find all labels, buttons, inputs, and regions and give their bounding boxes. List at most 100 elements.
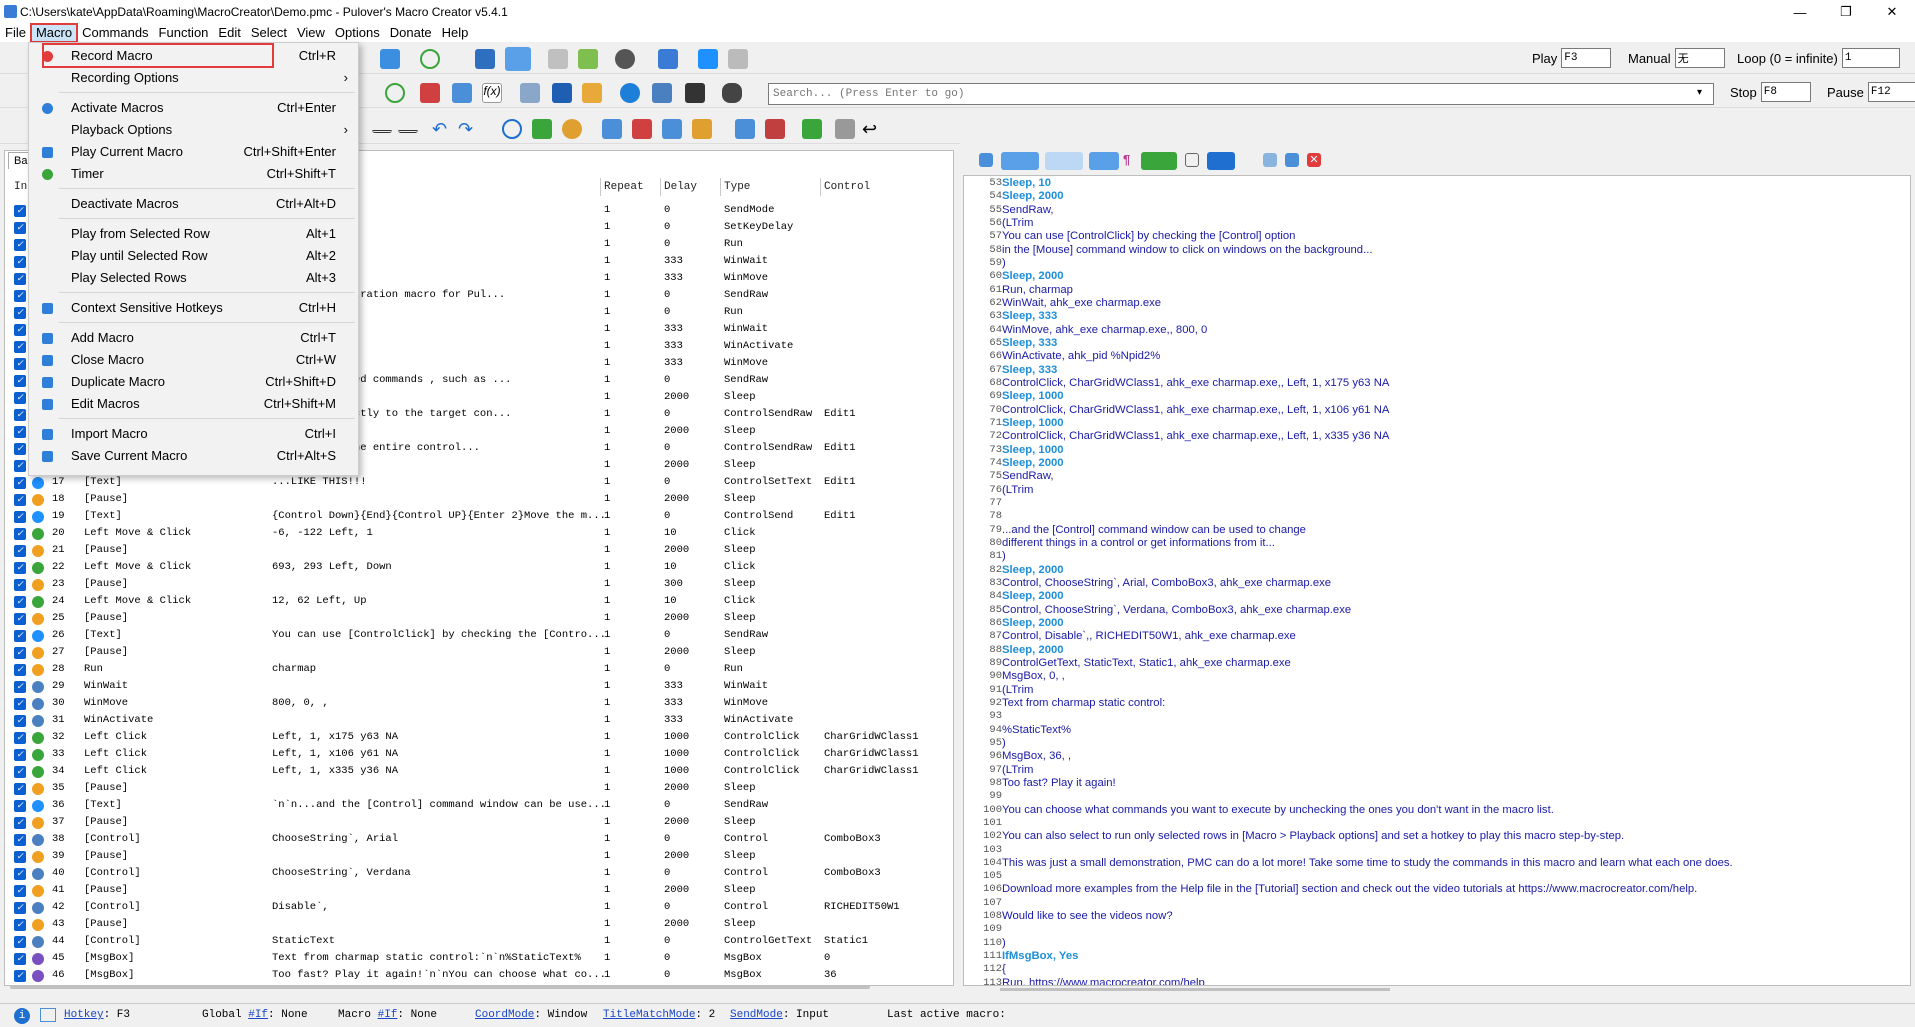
row-checkbox[interactable]: ✓: [14, 562, 26, 574]
row-checkbox[interactable]: ✓: [14, 358, 26, 370]
folder-icon[interactable]: [582, 83, 602, 103]
window-icon[interactable]: [475, 49, 495, 69]
table-row[interactable]: ✓ 24 Left Move & Click 12, 62 Left, Up 1 10 Cl…: [14, 593, 944, 610]
maximize-button[interactable]: ❐: [1823, 0, 1869, 24]
play-hotkey-input[interactable]: [1561, 48, 1612, 68]
browser-window-icon[interactable]: [652, 83, 672, 103]
row-checkbox[interactable]: ✓: [14, 817, 26, 829]
table-row[interactable]: ✓ 32 Left Click Left, 1, x175 y63 NA 1 1000 Co…: [14, 729, 944, 746]
indent-icon[interactable]: [1089, 152, 1119, 170]
row-checkbox[interactable]: ✓: [14, 222, 26, 234]
menu-item-save-current-macro[interactable]: Save Current Macro Ctrl+Alt+S: [29, 445, 358, 467]
titlematchmode-link[interactable]: TitleMatchMode: [603, 1009, 695, 1021]
table-row[interactable]: ✓ 28 Run charmap 1 0 Run: [14, 661, 944, 678]
table-row[interactable]: ✓ 20 Left Move & Click -6, -122 Left, 1 1 10 C…: [14, 525, 944, 542]
variable-icon[interactable]: [452, 83, 472, 103]
menu-item-context-sensitive-hotkeys[interactable]: Context Sensitive Hotkeys Ctrl+H: [29, 297, 358, 319]
row-checkbox[interactable]: ✓: [14, 205, 26, 217]
row-checkbox[interactable]: ✓: [14, 919, 26, 931]
search-dropdown-icon[interactable]: ▾: [1697, 87, 1702, 98]
power-icon[interactable]: [615, 49, 635, 69]
menu-item-recording-options[interactable]: Recording Options ›: [29, 67, 358, 89]
menu-item-close-macro[interactable]: Close Macro Ctrl+W: [29, 349, 358, 371]
sendmode-link[interactable]: SendMode: [730, 1009, 783, 1021]
table-row[interactable]: ✓ 17 [Text] ...LIKE THIS!!! 1 0 ControlSetText…: [14, 474, 944, 491]
code-scrollbar[interactable]: [1000, 988, 1390, 991]
table-row[interactable]: ✓ 41 [Pause] 1 2000 Sleep: [14, 882, 944, 899]
menu-item-activate-macros[interactable]: Activate Macros Ctrl+Enter: [29, 97, 358, 119]
menu-help[interactable]: Help: [437, 24, 474, 42]
highlight-icon[interactable]: [1141, 152, 1177, 170]
add-row-icon[interactable]: [602, 119, 622, 139]
menu-donate[interactable]: Donate: [385, 24, 437, 42]
color-icon[interactable]: [562, 119, 582, 139]
table-row[interactable]: ✓ 39 [Pause] 1 2000 Sleep: [14, 848, 944, 865]
row-checkbox[interactable]: ✓: [14, 579, 26, 591]
row-checkbox[interactable]: ✓: [14, 664, 26, 676]
row-checkbox[interactable]: ✓: [14, 256, 26, 268]
table-row[interactable]: ✓ 38 [Control] ChooseString`, Arial 1 0 Contro…: [14, 831, 944, 848]
table-row[interactable]: ✓ 35 [Pause] 1 2000 Sleep: [14, 780, 944, 797]
menu-function[interactable]: Function: [154, 24, 214, 42]
menu-file[interactable]: File: [0, 24, 31, 42]
script-icon[interactable]: [685, 83, 705, 103]
row-checkbox[interactable]: ✓: [14, 868, 26, 880]
align-left-icon[interactable]: [398, 119, 418, 133]
menu-item-deactivate-macros[interactable]: Deactivate Macros Ctrl+Alt+D: [29, 193, 358, 215]
row-checkbox[interactable]: ✓: [14, 698, 26, 710]
table-row[interactable]: ✓ 27 [Pause] 1 2000 Sleep: [14, 644, 944, 661]
row-checkbox[interactable]: ✓: [14, 409, 26, 421]
row-checkbox[interactable]: ✓: [14, 936, 26, 948]
row-checkbox[interactable]: ✓: [14, 290, 26, 302]
row-checkbox[interactable]: ✓: [14, 443, 26, 455]
row-checkbox[interactable]: ✓: [14, 885, 26, 897]
table-row[interactable]: ✓ 34 Left Click Left, 1, x335 y36 NA 1 1000 Co…: [14, 763, 944, 780]
copy-code-icon[interactable]: [979, 153, 993, 167]
edit-hotkey-icon[interactable]: [40, 1008, 56, 1022]
table-row[interactable]: ✓ 19 [Text] {Control Down}{End}{Control UP}…: [14, 508, 944, 525]
table-row[interactable]: ✓ 23 [Pause] 1 300 Sleep: [14, 576, 944, 593]
redo-icon[interactable]: ↷: [458, 119, 478, 139]
table-row[interactable]: ✓ 18 [Pause] 1 2000 Sleep: [14, 491, 944, 508]
align-icon[interactable]: [372, 119, 392, 133]
search-input[interactable]: [768, 83, 1714, 105]
play-icon[interactable]: [380, 49, 400, 69]
row-checkbox[interactable]: ✓: [14, 426, 26, 438]
table-row[interactable]: ✓ 21 [Pause] 1 2000 Sleep: [14, 542, 944, 559]
menu-item-play-selected-rows[interactable]: Play Selected Rows Alt+3: [29, 267, 358, 289]
move-down-icon[interactable]: [765, 119, 785, 139]
binoculars-icon[interactable]: [722, 83, 742, 103]
windows-icon[interactable]: [698, 49, 718, 69]
row-checkbox[interactable]: ✓: [14, 851, 26, 863]
table-row[interactable]: ✓ 22 Left Move & Click 693, 293 Left, Down 1…: [14, 559, 944, 576]
table-row[interactable]: ✓ 42 [Control] Disable`, 1 0 Control RICHEDIT50…: [14, 899, 944, 916]
wrap-icon[interactable]: [1185, 153, 1199, 167]
row-checkbox[interactable]: ✓: [14, 800, 26, 812]
edit-row-icon[interactable]: [692, 119, 712, 139]
close-window-button[interactable]: ✕: [1869, 0, 1915, 24]
col-delay-header[interactable]: Delay: [664, 181, 697, 193]
row-checkbox[interactable]: ✓: [14, 494, 26, 506]
row-checkbox[interactable]: ✓: [14, 375, 26, 387]
comment-icon[interactable]: [532, 119, 552, 139]
stop-hotkey-input[interactable]: [1760, 82, 1811, 102]
font-icon[interactable]: [1207, 152, 1235, 170]
menu-item-edit-macros[interactable]: Edit Macros Ctrl+Shift+M: [29, 393, 358, 415]
coordmode-link[interactable]: CoordMode: [475, 1009, 534, 1021]
row-checkbox[interactable]: ✓: [14, 477, 26, 489]
sync-icon[interactable]: [1001, 152, 1039, 170]
row-checkbox[interactable]: ✓: [14, 239, 26, 251]
expression-icon[interactable]: [835, 119, 855, 139]
row-checkbox[interactable]: ✓: [14, 749, 26, 761]
row-checkbox[interactable]: ✓: [14, 953, 26, 965]
open-editor-icon[interactable]: [1285, 153, 1299, 167]
horizontal-scrollbar[interactable]: [10, 985, 870, 989]
row-checkbox[interactable]: ✓: [14, 783, 26, 795]
row-checkbox[interactable]: ✓: [14, 392, 26, 404]
col-repeat-header[interactable]: Repeat: [604, 181, 644, 193]
row-checkbox[interactable]: ✓: [14, 681, 26, 693]
menu-item-play-current-macro[interactable]: Play Current Macro Ctrl+Shift+Enter: [29, 141, 358, 163]
table-row[interactable]: ✓ 29 WinWait 1 333 WinWait: [14, 678, 944, 695]
table-row[interactable]: ✓ 25 [Pause] 1 2000 Sleep: [14, 610, 944, 627]
row-checkbox[interactable]: ✓: [14, 324, 26, 336]
